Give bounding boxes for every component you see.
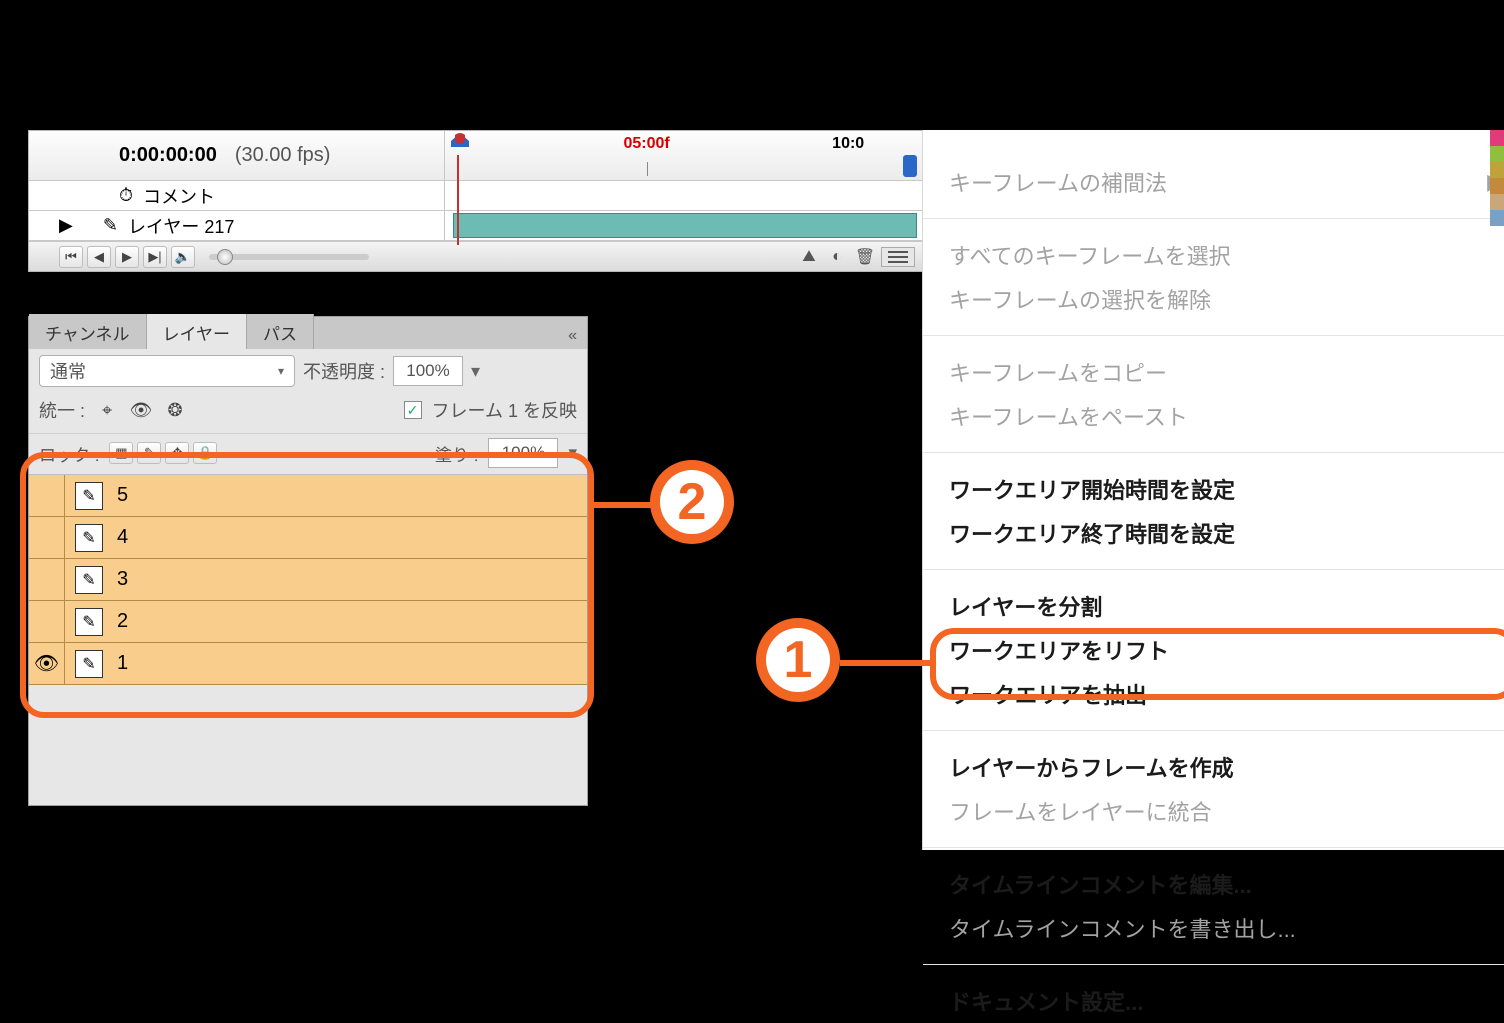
annotation-connector-1: [840, 660, 932, 666]
timeline-panel: 0:00:00:00 (30.00 fps) 05:00f 10:0 ⏱ コメン…: [28, 130, 926, 272]
goto-first-button[interactable]: ⏮: [59, 246, 83, 268]
menu-copy-keyframes[interactable]: キーフレームをコピー: [923, 350, 1504, 394]
stopwatch-icon: ⏱: [119, 185, 133, 206]
annotation-badge-1: 1: [756, 618, 840, 702]
swatch[interactable]: [1490, 162, 1504, 178]
menu-separator: [923, 730, 1504, 731]
menu-make-frames-from-layers[interactable]: レイヤーからフレームを作成: [923, 745, 1504, 789]
tab-layers[interactable]: レイヤー: [147, 314, 248, 349]
menu-split-layer[interactable]: レイヤーを分割: [923, 584, 1504, 628]
audio-toggle-button[interactable]: 🔈: [171, 246, 195, 268]
next-frame-button[interactable]: ▶|: [143, 246, 167, 268]
play-button[interactable]: ▶: [115, 246, 139, 268]
swatch[interactable]: [1490, 194, 1504, 210]
unify-style-icon[interactable]: ❂: [163, 399, 187, 421]
comment-track[interactable]: [445, 181, 925, 210]
blend-mode-value: 通常: [50, 358, 86, 384]
ruler-mark-0500f: 05:00f: [623, 135, 669, 153]
swatch[interactable]: [1490, 146, 1504, 162]
unify-position-icon[interactable]: ⌖: [95, 399, 119, 421]
menu-select-all-keyframes[interactable]: すべてのキーフレームを選択: [923, 233, 1504, 277]
tab-paths[interactable]: パス: [247, 314, 314, 349]
timeline-context-menu: キーフレームの補間法 ▶ すべてのキーフレームを選択 キーフレームの選択を解除 …: [922, 130, 1504, 850]
propagate-frame1-checkbox[interactable]: ✓: [404, 401, 422, 419]
comment-row-label: コメント: [143, 183, 215, 209]
propagate-frame1-label: フレーム 1 を反映: [432, 397, 577, 423]
timeline-ruler[interactable]: 05:00f 10:0: [445, 131, 925, 180]
swatch[interactable]: [1490, 210, 1504, 226]
chevron-down-icon: ▾: [278, 364, 284, 378]
layer-track[interactable]: [445, 211, 925, 240]
menu-set-workarea-end[interactable]: ワークエリア終了時間を設定: [923, 511, 1504, 555]
brush-icon: ✎: [103, 215, 118, 236]
fps-label: (30.00 fps): [235, 144, 331, 167]
zoom-slider[interactable]: [209, 254, 369, 260]
timeline-header: 0:00:00:00 (30.00 fps) 05:00f 10:0: [29, 131, 925, 181]
menu-separator: [923, 847, 1504, 848]
menu-set-workarea-start[interactable]: ワークエリア開始時間を設定: [923, 467, 1504, 511]
layer-row-label: レイヤー 217: [128, 213, 235, 239]
menu-paste-keyframes[interactable]: キーフレームをペースト: [923, 394, 1504, 438]
playhead-icon[interactable]: [451, 133, 469, 155]
timeline-row-layer[interactable]: ▶ ✎ レイヤー 217: [29, 211, 925, 241]
timeline-row-comment[interactable]: ⏱ コメント: [29, 181, 925, 211]
opacity-label: 不透明度 :: [303, 358, 385, 384]
panel-tabs: チャンネル レイヤー パス «: [29, 317, 587, 349]
menu-flatten-frames-into-layers[interactable]: フレームをレイヤーに統合: [923, 789, 1504, 833]
swatch[interactable]: [1490, 178, 1504, 194]
work-area-end-handle[interactable]: [903, 155, 917, 177]
menu-separator: [923, 335, 1504, 336]
unify-label: 統一 :: [39, 397, 85, 423]
playhead-line[interactable]: [457, 155, 459, 245]
blend-mode-select[interactable]: 通常 ▾: [39, 355, 295, 387]
opacity-field[interactable]: 100%: [393, 356, 463, 386]
annotation-highlight-layers: [20, 452, 594, 718]
ruler-mark-1000: 10:0: [832, 135, 864, 153]
menu-export-timeline-comment[interactable]: タイムラインコメントを書き出し...: [923, 906, 1504, 950]
onion-skin-icon[interactable]: ◐: [825, 246, 849, 268]
prev-frame-button[interactable]: ◀︎: [87, 246, 111, 268]
menu-document-settings[interactable]: ドキュメント設定...: [923, 979, 1504, 1023]
current-time[interactable]: 0:00:00:00: [119, 144, 217, 167]
swatch[interactable]: [1490, 130, 1504, 146]
timeline-time-area[interactable]: 0:00:00:00 (30.00 fps): [29, 131, 445, 180]
color-strip: [1490, 130, 1504, 226]
mountain-icon[interactable]: ⛰: [797, 246, 821, 268]
unify-visibility-icon[interactable]: 👁: [129, 399, 153, 421]
blend-opacity-row: 通常 ▾ 不透明度 : 100% ▾: [29, 349, 587, 393]
trash-icon[interactable]: 🗑: [853, 246, 877, 268]
menu-separator: [923, 569, 1504, 570]
menu-deselect-keyframes[interactable]: キーフレームの選択を解除: [923, 277, 1504, 321]
panel-menu-button[interactable]: [881, 247, 915, 267]
unify-row: 統一 : ⌖ 👁 ❂ ✓ フレーム 1 を反映: [29, 393, 587, 433]
menu-separator: [923, 964, 1504, 965]
annotation-connector-2: [594, 502, 652, 508]
panel-collapse-icon[interactable]: «: [558, 323, 587, 349]
annotation-badge-2: 2: [650, 460, 734, 544]
annotation-highlight-menu-item: [930, 628, 1504, 700]
ruler-tick-line: [647, 162, 648, 176]
menu-keyframe-interpolation[interactable]: キーフレームの補間法 ▶: [923, 160, 1504, 204]
tab-channels[interactable]: チャンネル: [29, 314, 147, 349]
menu-separator: [923, 218, 1504, 219]
menu-edit-timeline-comment[interactable]: タイムラインコメントを編集...: [923, 862, 1504, 906]
timeline-controls: ⏮ ◀︎ ▶ ▶| 🔈 ⛰ ◐ 🗑: [29, 241, 925, 271]
expand-arrow-icon[interactable]: ▶: [59, 215, 73, 236]
chevron-down-icon[interactable]: ▾: [471, 361, 480, 382]
menu-separator: [923, 452, 1504, 453]
layer-clip[interactable]: [453, 213, 917, 238]
